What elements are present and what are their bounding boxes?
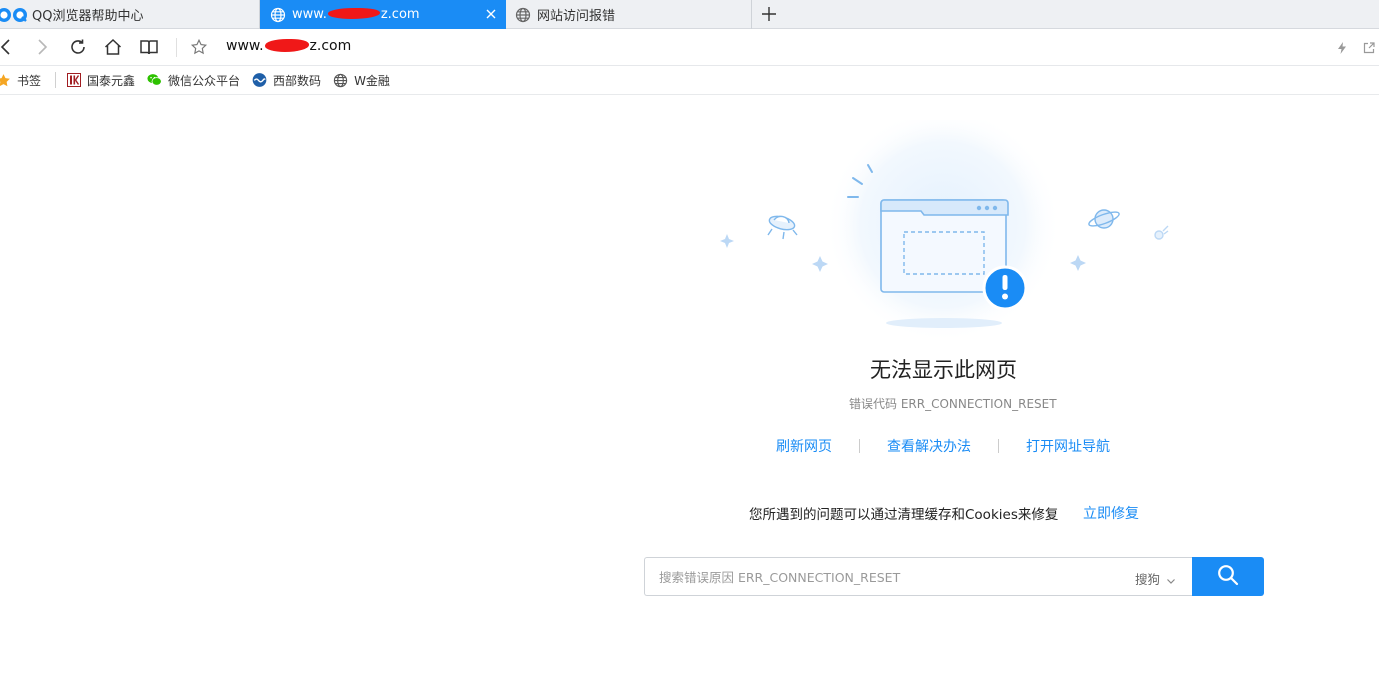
tab-strip: QQ浏览器帮助中心 www. z.com 网站访问报错 — [0, 0, 1379, 29]
search-input[interactable] — [659, 568, 1119, 586]
qq-browser-logo-icon — [0, 7, 12, 23]
bookmark-label: 书签 — [17, 73, 42, 88]
chevron-down-icon — [1166, 574, 1176, 584]
tab-site-error-report[interactable]: 网站访问报错 — [507, 0, 752, 29]
planet-icon — [1088, 209, 1120, 229]
home-icon[interactable] — [103, 37, 123, 57]
bookmark-label: 微信公众平台 — [168, 73, 241, 88]
address-bar-url[interactable]: www. z.com — [226, 38, 351, 54]
tab-qq-help[interactable]: QQ浏览器帮助中心 — [0, 0, 260, 29]
tab-active-site[interactable]: www. z.com — [260, 0, 506, 29]
connection-error-illustration — [720, 120, 1169, 343]
forward-icon[interactable] — [32, 37, 52, 57]
alert-exclamation-icon — [982, 265, 1028, 311]
globe-icon — [333, 73, 348, 88]
search-engine-select[interactable]: 搜狗 — [1135, 569, 1176, 588]
refresh-page-link[interactable]: 刷新网页 — [776, 436, 832, 456]
reader-mode-icon[interactable] — [139, 37, 159, 57]
redaction-mark — [264, 39, 309, 52]
search-engine-label: 搜狗 — [1135, 572, 1161, 587]
error-title: 无法显示此网页 — [870, 358, 1017, 382]
bookmark-item-wechat[interactable]: 微信公众平台 — [147, 72, 240, 89]
action-divider — [859, 439, 860, 453]
search-icon — [1217, 564, 1239, 590]
ufo-icon — [767, 215, 798, 240]
bookmark-bar: 书签 国泰元鑫 微信公众平台 西部数码 W金融 — [0, 66, 1379, 95]
fix-suggestion-text: 您所遇到的问题可以通过清理缓存和Cookies来修复 — [749, 507, 1059, 523]
comet-icon — [1154, 225, 1169, 240]
bookmark-item-w-finance[interactable]: W金融 — [333, 72, 390, 89]
star-icon — [0, 73, 11, 88]
west-digital-logo-icon — [252, 73, 267, 88]
window-shadow — [886, 318, 1002, 328]
redaction-mark — [327, 8, 380, 19]
bookmark-label: 西部数码 — [273, 73, 322, 88]
error-actions: 刷新网页 查看解决办法 打开网址导航 — [776, 436, 1110, 456]
globe-icon — [515, 7, 531, 23]
view-solutions-link[interactable]: 查看解决办法 — [887, 436, 971, 456]
back-icon[interactable] — [0, 37, 16, 57]
share-icon[interactable] — [1359, 38, 1379, 58]
address-toolbar: www. z.com — [0, 29, 1379, 66]
search-box: 搜狗 — [644, 557, 1192, 596]
error-search: 搜狗 — [644, 557, 1264, 596]
tab-title: QQ浏览器帮助中心 — [32, 9, 144, 24]
new-tab-icon[interactable] — [760, 5, 778, 23]
action-divider — [998, 439, 999, 453]
toolbar-divider — [176, 38, 177, 57]
error-code: 错误代码 ERR_CONNECTION_RESET — [849, 397, 1057, 411]
bookmark-folder[interactable]: 书签 — [0, 72, 41, 89]
speed-boost-icon[interactable] — [1332, 38, 1352, 58]
tab-title: www. z.com — [292, 7, 420, 22]
bookmark-label: W金融 — [354, 73, 390, 88]
bookmark-item-west-digital[interactable]: 西部数码 — [252, 72, 321, 89]
bookmark-divider — [55, 72, 57, 88]
globe-icon — [270, 7, 286, 23]
close-tab-icon[interactable] — [484, 7, 498, 21]
bookmark-label: 国泰元鑫 — [87, 73, 136, 88]
refresh-icon[interactable] — [68, 37, 88, 57]
wechat-icon — [147, 73, 162, 88]
favorite-star-icon[interactable] — [189, 37, 209, 57]
search-button[interactable] — [1192, 557, 1264, 596]
open-navigation-link[interactable]: 打开网址导航 — [1026, 436, 1110, 456]
fix-now-link[interactable]: 立即修复 — [1083, 503, 1139, 523]
qq-browser-tab-icon — [12, 7, 28, 23]
bookmark-item-guotai[interactable]: 国泰元鑫 — [66, 72, 135, 89]
tab-title: 网站访问报错 — [537, 9, 616, 24]
guotai-logo-icon — [66, 73, 81, 88]
